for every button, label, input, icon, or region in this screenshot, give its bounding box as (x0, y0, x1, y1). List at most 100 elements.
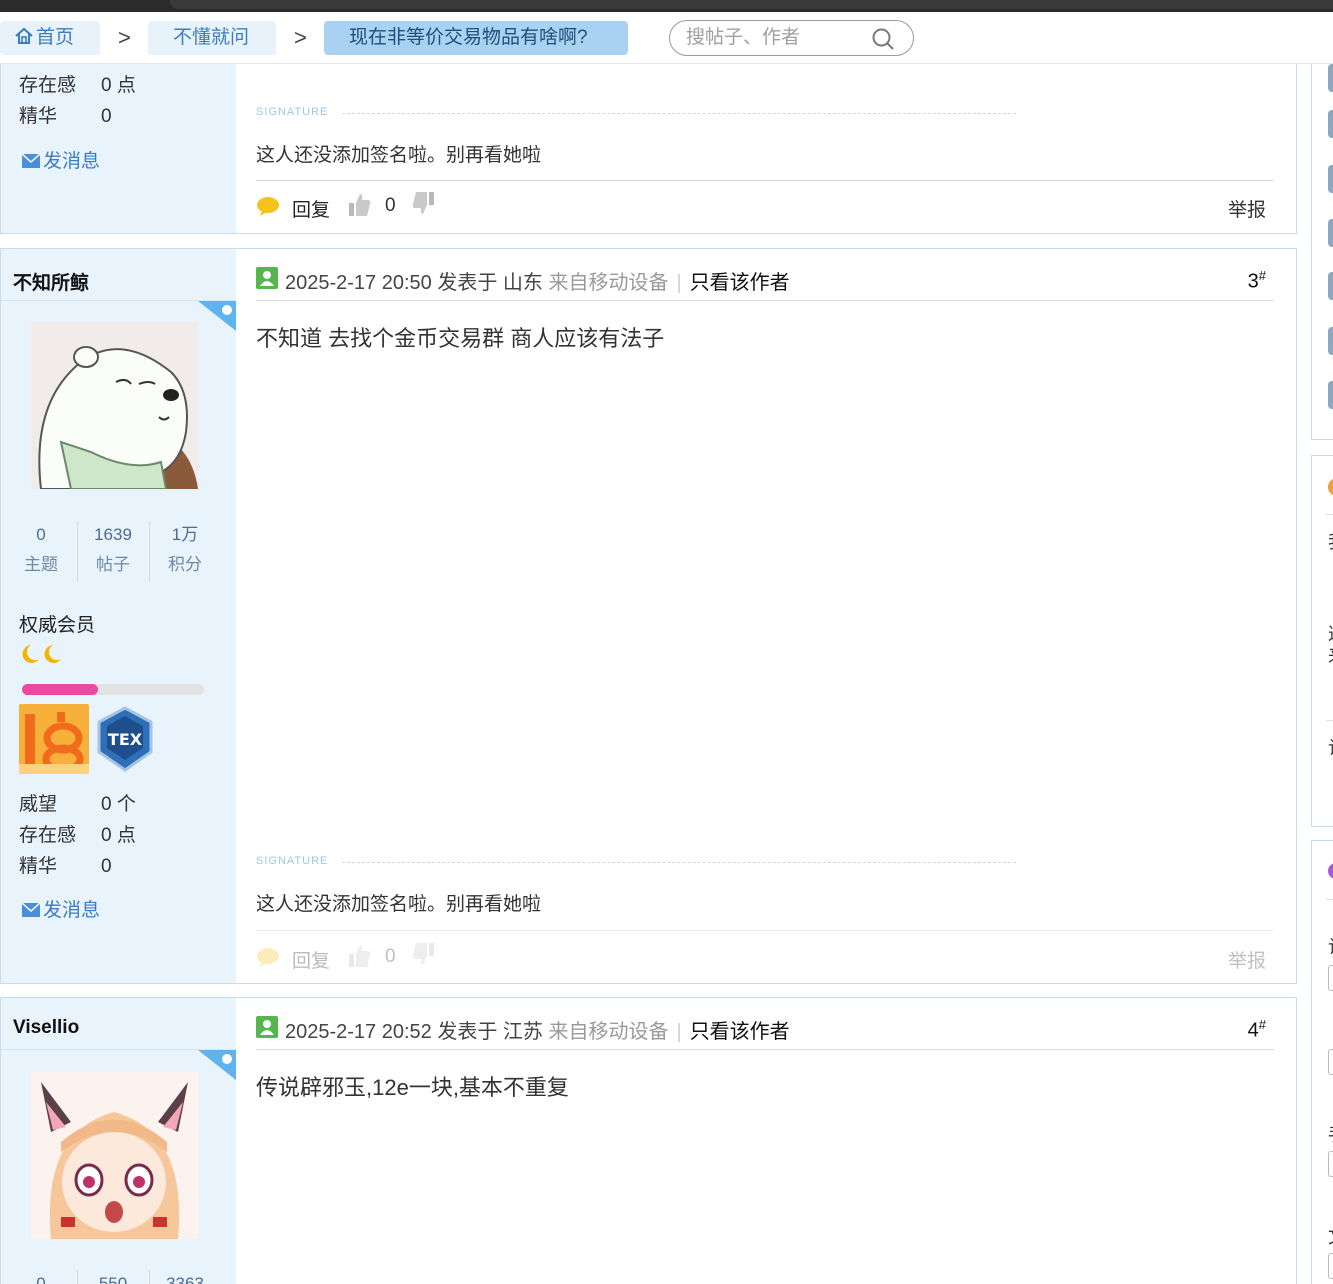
sidebar-tab[interactable] (1328, 381, 1333, 409)
purple-icon (1328, 863, 1333, 879)
author-name[interactable]: 不知所鲸 (13, 268, 89, 295)
sidebar-text: 我 (1328, 528, 1333, 554)
action-divider (256, 180, 1274, 181)
post-body: SIGNATURE 这人还没添加签名啦。别再看她啦 回复 0 举报 (236, 64, 1296, 233)
breadcrumb-home[interactable]: 首页 (0, 21, 100, 55)
level-progress-bar (22, 684, 204, 695)
info-value: 0 点 (101, 75, 136, 96)
signature-divider: SIGNATURE (256, 855, 1016, 869)
thumbs-up-icon[interactable] (348, 192, 372, 224)
info-key: 精华 (19, 106, 58, 127)
search-input[interactable] (686, 26, 866, 50)
signature-divider: SIGNATURE (256, 106, 1016, 120)
post-location: 发表于 山东 (437, 272, 543, 294)
sidebar-input[interactable] (1328, 965, 1333, 991)
search-box[interactable] (669, 20, 914, 56)
user-icon (256, 267, 278, 289)
medal-18-icon[interactable] (19, 704, 89, 774)
only-author-link[interactable]: 只看该作者 (690, 1021, 790, 1043)
breadcrumb-forum[interactable]: 不懂就问 (148, 21, 276, 55)
stat-points[interactable]: 3363 (149, 1270, 221, 1284)
sidebar-input[interactable] (1328, 1151, 1333, 1177)
breadcrumb-thread[interactable]: 现在非等价交易物品有啥啊? (324, 21, 628, 55)
thumbs-down-icon[interactable] (410, 941, 436, 973)
breadcrumb-home-label: 首页 (36, 27, 75, 48)
window-top-strip (0, 0, 1333, 12)
sidebar-text: 手 (1328, 1121, 1333, 1147)
signature-label: SIGNATURE (256, 855, 329, 867)
sidebar-tab[interactable] (1328, 165, 1333, 193)
avatar[interactable] (31, 1072, 198, 1239)
sidebar-text: 文 (1328, 1223, 1333, 1249)
sidebar-input[interactable] (1328, 1253, 1333, 1279)
thumbs-down-icon[interactable] (410, 190, 436, 222)
post-content: 传说辟邪玉,12e一块,基本不重复 (256, 1075, 569, 1100)
stat-topics[interactable]: 0 (5, 1270, 77, 1284)
reply-icon[interactable] (256, 946, 280, 974)
post-body: 2025-2-17 20:52 发表于 江苏 来自移动设备 | 只看该作者 4# 传… (236, 998, 1296, 1284)
info-value: 0 (101, 856, 112, 877)
mobile-badge-icon (198, 1050, 236, 1080)
stat-topics[interactable]: 0 主题 (5, 521, 77, 581)
send-message-label: 发消息 (43, 151, 101, 172)
signature-label: SIGNATURE (256, 106, 329, 118)
post-actions: 回复 0 举报 (256, 943, 1266, 973)
floor-number[interactable]: 3# (1248, 268, 1266, 294)
send-message-link[interactable]: 发消息 (21, 146, 100, 175)
info-key: 威望 (19, 794, 58, 815)
medal-tex-icon[interactable]: TEX (91, 704, 159, 774)
stat-posts[interactable]: 1639 帖子 (77, 521, 149, 581)
sidebar-input[interactable] (1328, 1049, 1333, 1075)
post-date: 2025-2-17 20:50 (285, 272, 432, 294)
search-icon[interactable] (871, 27, 895, 56)
send-message-link[interactable]: 发消息 (21, 895, 100, 924)
sidebar-text: 让 (1328, 734, 1333, 760)
svg-text:TEX: TEX (108, 730, 143, 749)
info-value: 0 (101, 106, 112, 127)
envelope-icon (21, 153, 41, 175)
action-divider (256, 930, 1274, 931)
post-content: 不知道 去找个金币交易群 商人应该有法子 (256, 326, 665, 351)
report-link[interactable]: 举报 (1228, 946, 1266, 973)
author-info: 存在感 0 点 精华 0 (19, 70, 136, 132)
signature-text: 这人还没添加签名啦。别再看她啦 (256, 894, 542, 915)
like-count: 0 (385, 946, 396, 967)
author-name[interactable]: Visellio (13, 1017, 79, 1039)
post-header: 2025-2-17 20:50 发表于 山东 来自移动设备 | 只看该作者 3# (256, 263, 1274, 301)
right-sidebar-panel (1311, 64, 1333, 440)
stat-points[interactable]: 1万 积分 (149, 521, 221, 581)
info-key: 存在感 (19, 825, 77, 846)
sidebar-tab[interactable] (1328, 110, 1333, 138)
post-header: 2025-2-17 20:52 发表于 江苏 来自移动设备 | 只看该作者 4# (256, 1012, 1274, 1050)
report-link[interactable]: 举报 (1228, 195, 1266, 222)
sidebar-text: 让 (1328, 933, 1333, 959)
mobile-badge-icon (198, 301, 236, 331)
sidebar-tab[interactable] (1328, 64, 1333, 92)
author-sidebar: 不知所鲸 0 主题 1639 帖子 1万 积分 权威会员 TEX 威望 0 个 … (1, 249, 236, 983)
post-actions: 回复 0 举报 (256, 192, 1266, 222)
breadcrumb-separator: > (118, 25, 131, 50)
orange-icon (1328, 478, 1333, 496)
sidebar-tab[interactable] (1328, 219, 1333, 247)
stat-posts[interactable]: 550 (77, 1270, 149, 1284)
home-icon (14, 24, 34, 58)
reply-icon[interactable] (256, 195, 280, 223)
thumbs-up-icon[interactable] (348, 943, 372, 975)
like-count: 0 (385, 195, 396, 216)
sidebar-text: 来 (1328, 642, 1333, 668)
post-4: Visellio 0 550 3363 2025-2-17 20:52 发表于 … (0, 997, 1297, 1284)
info-key: 精华 (19, 856, 58, 877)
info-value: 0 点 (101, 825, 136, 846)
sidebar-tab[interactable] (1328, 327, 1333, 355)
signature-text: 这人还没添加签名啦。别再看她啦 (256, 145, 542, 166)
reply-button[interactable]: 回复 (292, 946, 330, 973)
sidebar-tab[interactable] (1328, 272, 1333, 300)
level-moon-icon (19, 643, 65, 671)
floor-number[interactable]: 4# (1248, 1017, 1266, 1043)
send-message-label: 发消息 (43, 900, 101, 921)
post-3: 不知所鲸 0 主题 1639 帖子 1万 积分 权威会员 TEX 威望 0 个 … (0, 248, 1297, 984)
only-author-link[interactable]: 只看该作者 (690, 272, 790, 294)
device-note: 来自移动设备 (548, 1021, 669, 1043)
reply-button[interactable]: 回复 (292, 195, 330, 222)
avatar[interactable] (31, 322, 198, 489)
